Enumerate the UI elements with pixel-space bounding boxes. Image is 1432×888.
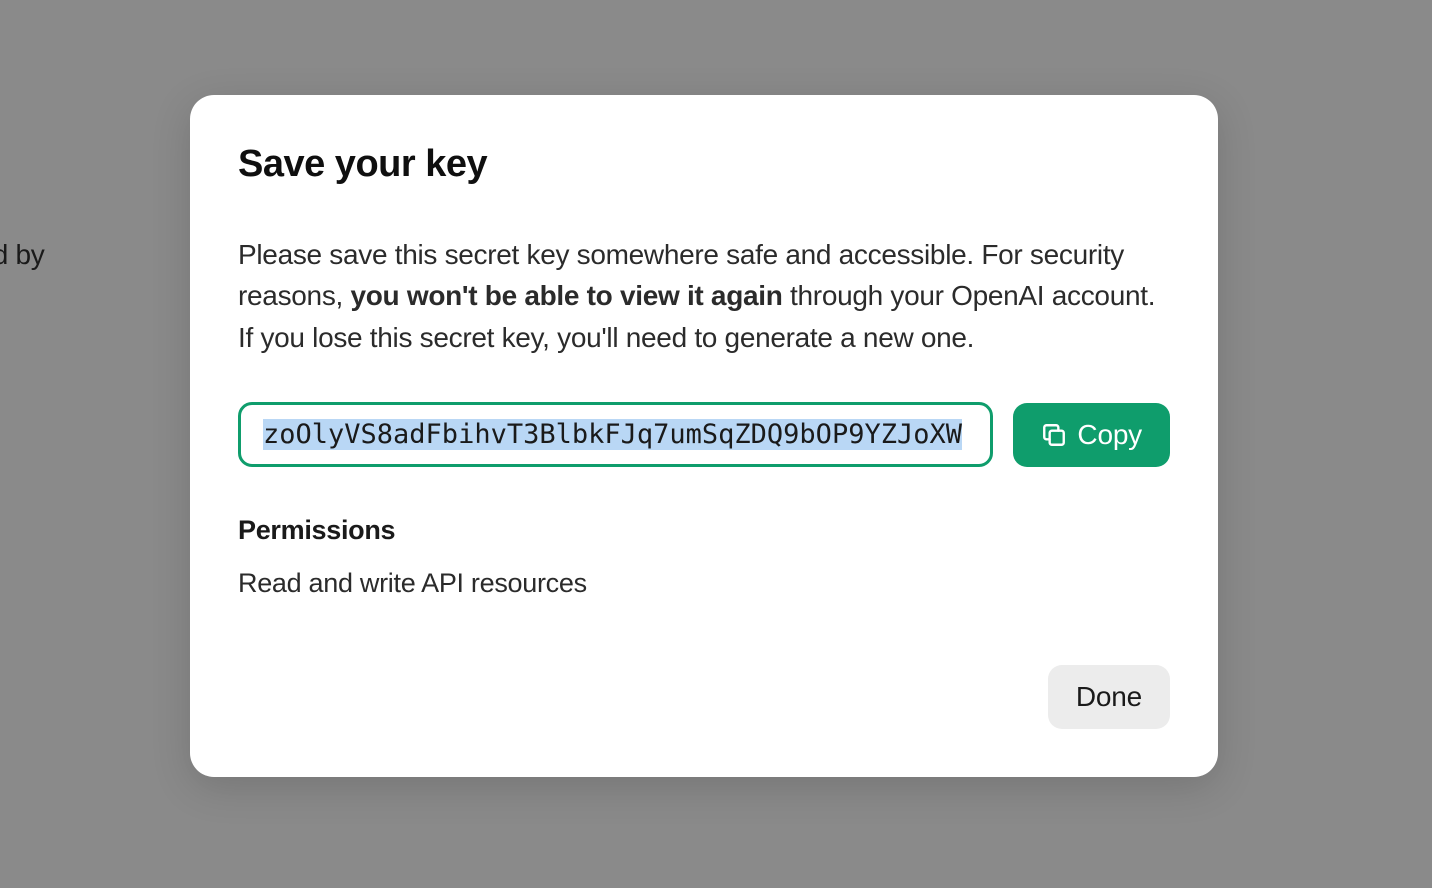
background-snippet-1: tion is used by <box>0 239 45 271</box>
secret-key-field[interactable]: zoOlyVS8adFbihvT3BlbkFJq7umSqZDQ9bOP9YZJ… <box>238 402 993 467</box>
modal-title: Save your key <box>238 143 1170 186</box>
key-row: zoOlyVS8adFbihvT3BlbkFJq7umSqZDQ9bOP9YZJ… <box>238 402 1170 467</box>
modal-footer: Done <box>238 665 1170 729</box>
secret-key-value: zoOlyVS8adFbihvT3BlbkFJq7umSqZDQ9bOP9YZJ… <box>263 419 962 450</box>
description-bold: you won't be able to view it again <box>350 280 782 311</box>
done-button[interactable]: Done <box>1048 665 1170 729</box>
copy-icon <box>1041 422 1067 448</box>
permissions-value: Read and write API resources <box>238 568 1170 599</box>
modal-description: Please save this secret key somewhere sa… <box>238 234 1170 358</box>
copy-button-label: Copy <box>1077 419 1142 451</box>
permissions-label: Permissions <box>238 515 1170 546</box>
save-key-modal: Save your key Please save this secret ke… <box>190 95 1218 777</box>
copy-button[interactable]: Copy <box>1013 403 1170 467</box>
